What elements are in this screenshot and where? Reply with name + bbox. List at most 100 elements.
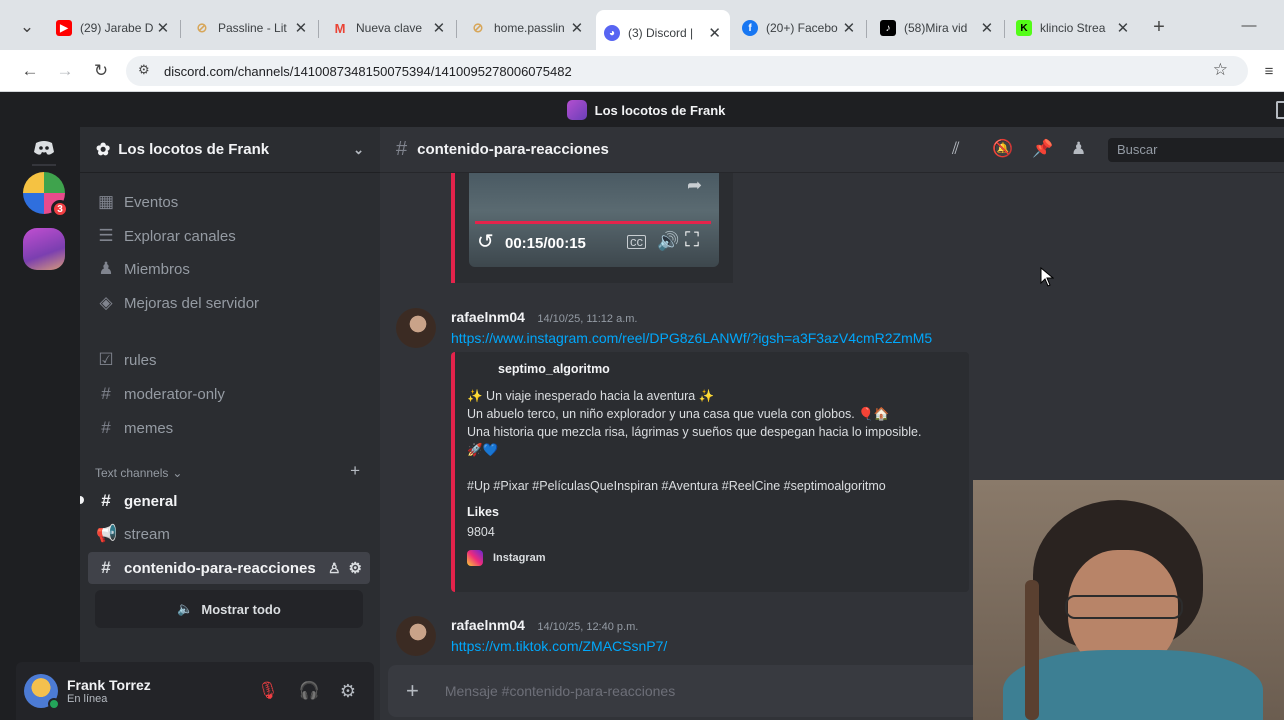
threads-icon[interactable]: ⫽ [952,139,960,159]
back-button[interactable]: ← [17,58,43,84]
notifications-muted-icon[interactable]: 🔕 [992,139,1013,159]
user-settings-icon[interactable]: ⚙ [340,681,356,702]
instagram-icon [467,550,483,566]
channel-stream[interactable]: 📢 stream [88,518,370,550]
menu-item-explorar-canales[interactable]: ☰ Explorar canales [88,220,370,252]
close-tab-icon[interactable]: ✕ [1116,19,1130,37]
server-avatar[interactable]: 3 [23,172,69,218]
avatar[interactable] [396,308,436,348]
server-name: Los locotos de Frank [118,141,270,158]
search-input[interactable]: Buscar [1108,138,1284,162]
inbox-icon[interactable] [1276,101,1284,119]
mouse-cursor-icon [1040,267,1054,287]
add-attachment-icon[interactable]: + [406,678,419,704]
boost-icon: ◈ [99,293,113,312]
member-list-icon[interactable]: ♟ [1071,139,1086,159]
window-title: Los locotos de Frank [594,102,726,118]
minimize-window-button[interactable]: — [1236,12,1262,38]
headphones-icon[interactable]: 🎧 [299,681,320,701]
server-icon [566,100,587,120]
speaker-icon: 🔈 [177,601,194,616]
message-link[interactable]: https://www.instagram.com/reel/DPG8z6LAN… [451,330,932,346]
video-progress-bar[interactable] [475,221,711,224]
kick-icon: K [1016,20,1032,36]
browser-toolbar: ← → ↻ ⚙ discord.com/channels/14100873481… [0,50,1284,92]
forward-button[interactable]: → [52,58,78,84]
user-panel: Frank Torrez En línea 🎙 🎧 ⚙ [16,662,374,720]
muted-mic-icon[interactable]: 🎙 [257,681,279,701]
channel-general[interactable]: # general [88,485,370,517]
browser-tab[interactable]: f (20+) Facebo ✕ [734,10,864,46]
close-tab-icon[interactable]: ✕ [570,19,584,37]
unread-indicator [80,496,84,504]
avatar[interactable] [24,674,60,710]
browser-tab[interactable]: M Nueva clave ✕ [324,10,454,46]
create-channel-icon[interactable]: + [350,461,360,481]
channel-rules[interactable]: ☑ rules [88,344,370,376]
message-timestamp: 14/10/25, 12:40 p.m. [537,621,639,633]
browser-tab[interactable]: K klincio Strea ✕ [1008,10,1138,46]
rules-icon: ☑ [98,350,114,369]
link-icon: ⊘ [472,20,484,35]
close-tab-icon[interactable]: ✕ [707,24,722,42]
calendar-icon: ▦ [97,192,115,211]
close-tab-icon[interactable]: ✕ [980,19,994,37]
discord-home-icon[interactable] [23,127,65,169]
browser-tab[interactable]: ♪ (58)Mira vid ✕ [872,10,1002,46]
message-link[interactable]: https://vm.tiktok.com/ZMACSsnP7/ [451,638,667,654]
video-time: 00:15/00:15 [505,235,586,252]
replay-icon[interactable]: ↺ [477,229,494,254]
channel-moderator-only[interactable]: # moderator-only [88,378,370,410]
captions-icon[interactable]: cc [627,235,646,249]
menu-item-miembros[interactable]: ♟ Miembros [88,253,370,285]
invite-member-icon[interactable]: ♙ [328,560,341,577]
video-attachment[interactable]: ➦ ↺ 00:15/00:15 cc 🔊 ⛶ [451,173,733,283]
category-text-channels[interactable]: Text channels ⌄ [95,466,182,480]
browser-tab[interactable]: ⊘ home.passlin ✕ [462,10,592,46]
message-input[interactable]: Mensaje #contenido-para-reacciones [445,683,675,699]
server-avatar[interactable] [23,228,65,270]
embed-field-name: Likes [467,505,499,519]
embed-author[interactable]: septimo_algoritmo [498,360,953,378]
megaphone-icon: 📢 [96,524,118,543]
gear-icon[interactable]: ⚙ [349,559,362,577]
server-header[interactable]: ✿ Los locotos de Frank ⌄ [80,127,380,173]
new-tab-button[interactable]: + [1146,14,1172,40]
embed-provider: Instagram [493,552,546,564]
facebook-icon: f [742,20,758,36]
address-url: discord.com/channels/1410087348150075394… [164,63,572,79]
discord-title-bar: Los locotos de Frank [8,93,1284,127]
close-tab-icon[interactable]: ✕ [156,19,170,37]
user-status: En línea [67,693,108,705]
menu-item-eventos[interactable]: ▦ Eventos [88,186,370,218]
reload-button[interactable]: ↻ [88,58,114,84]
server-settings-icon: ✿ [96,139,111,159]
webcam-person-shirt [1003,650,1263,720]
close-tab-icon[interactable]: ✕ [842,19,856,37]
embed-description-line: 🚀💙 [467,443,499,457]
avatar[interactable] [396,616,436,656]
show-all-button[interactable]: 🔈 Mostrar todo [95,590,363,628]
message-author[interactable]: rafaelnm04 [451,309,525,325]
address-bar[interactable]: ⚙ discord.com/channels/14100873481500753… [126,56,1248,86]
tab-search-chevron-icon[interactable]: ⌄ [14,14,40,40]
close-tab-icon[interactable]: ✕ [294,19,308,37]
server-sidebar: 3 [8,127,80,720]
browser-tab[interactable]: ⊘ Passline - Lit ✕ [186,10,316,46]
volume-icon[interactable]: 🔊 [657,231,679,252]
channel-contenido-para-reacciones[interactable]: # contenido-para-reacciones ♙ ⚙ [88,552,370,584]
menu-item-mejoras[interactable]: ◈ Mejoras del servidor [88,287,370,319]
bookmark-star-icon[interactable]: ☆ [1213,60,1228,80]
channel-memes[interactable]: # memes [88,412,370,444]
close-tab-icon[interactable]: ✕ [432,19,446,37]
reading-list-icon[interactable]: ≡ [1256,58,1282,84]
site-info-icon[interactable]: ⚙ [138,62,150,78]
fullscreen-icon[interactable]: ⛶ [685,229,699,252]
channel-title: contenido-para-reacciones [417,141,609,158]
notification-badge: 3 [51,200,69,218]
discord-icon: ◕ [604,25,620,41]
message-author[interactable]: rafaelnm04 [451,617,525,633]
pin-icon[interactable]: 📌 [1032,139,1053,159]
webcam-chair [1025,580,1039,720]
browser-tab[interactable]: ▶ (29) Jarabe D ✕ [48,10,178,46]
